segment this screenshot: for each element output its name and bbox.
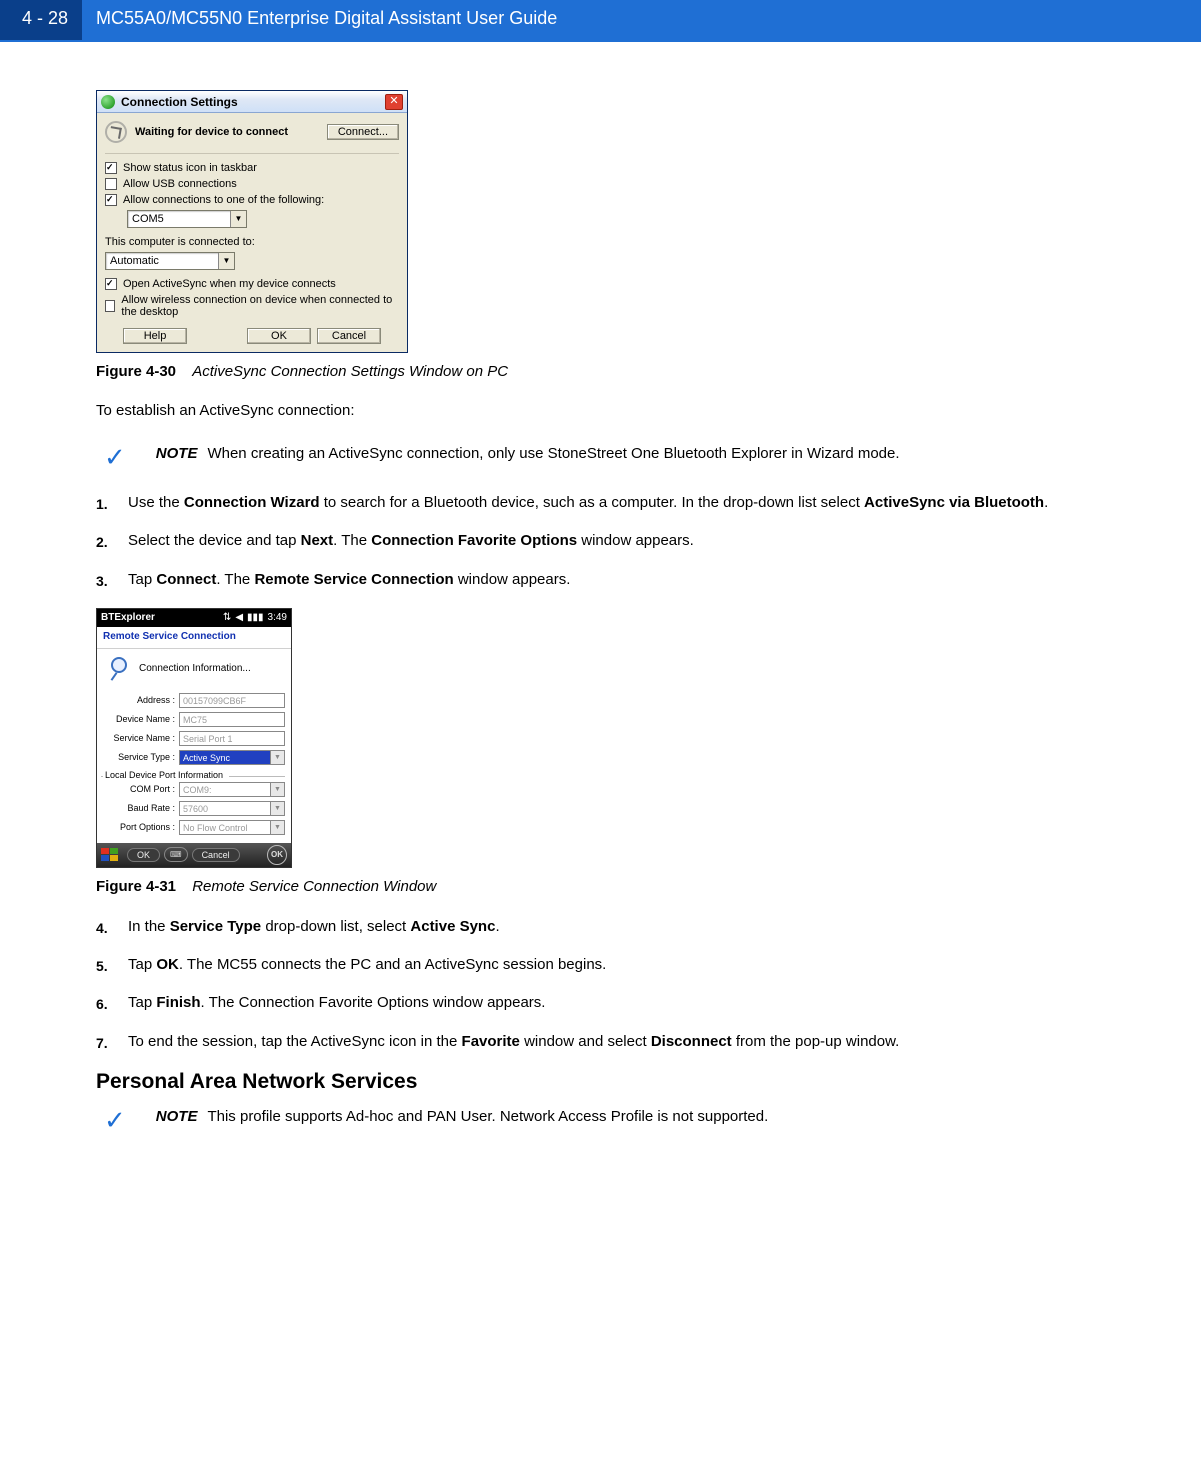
port-options-value: No Flow Control xyxy=(179,820,271,835)
waiting-message: Waiting for device to connect xyxy=(135,126,327,138)
figure-desc: ActiveSync Connection Settings Window on… xyxy=(192,363,508,380)
figure-remote-service-dialog: BTExplorer ⇅ ◀ ▮▮▮ 3:49 Remote Service C… xyxy=(96,608,292,868)
chevron-down-icon: ▼ xyxy=(271,801,285,816)
cancel-button[interactable]: Cancel xyxy=(317,328,381,344)
port-options-select[interactable]: No Flow Control ▼ xyxy=(179,820,285,835)
waiting-row: Waiting for device to connect Connect... xyxy=(105,119,399,154)
start-icon[interactable] xyxy=(101,846,123,864)
battery-icon: ▮▮▮ xyxy=(247,612,264,623)
chevron-down-icon: ▼ xyxy=(271,750,285,765)
step-6: 6. Tap Finish. The Connection Favorite O… xyxy=(96,993,1105,1013)
signal-icon: ⇅ xyxy=(223,612,231,623)
figure-431-caption: Figure 4-31 Remote Service Connection Wi… xyxy=(96,878,1105,895)
section-heading-pan: Personal Area Network Services xyxy=(96,1070,1105,1094)
step-4: 4. In the Service Type drop-down list, s… xyxy=(96,917,1105,937)
allow-usb-checkbox[interactable] xyxy=(105,178,117,190)
com-port-value: COM9: xyxy=(179,782,271,797)
connected-to-label: This computer is connected to: xyxy=(105,234,399,250)
port-options-label: Port Options : xyxy=(103,822,175,832)
page-number: 4 - 28 xyxy=(0,0,82,40)
baud-rate-value: 57600 xyxy=(179,801,271,816)
device-name-label: Device Name : xyxy=(103,714,175,724)
com-port-select[interactable]: COM9: ▼ xyxy=(179,782,285,797)
step-5: 5. Tap OK. The MC55 connects the PC and … xyxy=(96,955,1105,975)
step-1: 1. Use the Connection Wizard to search f… xyxy=(96,493,1105,513)
note-label: NOTE xyxy=(156,1108,198,1125)
service-type-value: Active Sync xyxy=(179,750,271,765)
address-label: Address : xyxy=(103,695,175,705)
step-3: 3. Tap Connect. The Remote Service Conne… xyxy=(96,570,1105,590)
chevron-down-icon: ▼ xyxy=(271,782,285,797)
mobile-titlebar: BTExplorer ⇅ ◀ ▮▮▮ 3:49 xyxy=(97,609,291,627)
check-icon: ✓ xyxy=(104,1110,126,1130)
mobile-taskbar: OK ⌨ Cancel OK xyxy=(97,843,291,867)
connected-to-select[interactable]: Automatic ▼ xyxy=(105,252,235,270)
help-button[interactable]: Help xyxy=(123,328,187,344)
taskbar-cancel-button[interactable]: Cancel xyxy=(192,848,240,862)
dialog-title: Connection Settings xyxy=(121,95,385,109)
open-activesync-label: Open ActiveSync when my device connects xyxy=(123,278,336,290)
clock-text: 3:49 xyxy=(268,612,287,623)
service-name-input[interactable]: Serial Port 1 xyxy=(179,731,285,746)
close-button[interactable]: ✕ xyxy=(385,94,403,110)
local-device-info-label: Local Device Port Information xyxy=(97,770,291,780)
mobile-status-icons: ⇅ ◀ ▮▮▮ 3:49 xyxy=(223,612,287,623)
allow-usb-label: Allow USB connections xyxy=(123,178,237,190)
connected-to-value: Automatic xyxy=(106,255,218,267)
page-title: MC55A0/MC55N0 Enterprise Digital Assista… xyxy=(82,0,1201,40)
figure-430-caption: Figure 4-30 ActiveSync Connection Settin… xyxy=(96,363,1105,380)
step-2: 2. Select the device and tap Next. The C… xyxy=(96,531,1105,551)
connection-info-row: Connection Information... xyxy=(97,649,291,691)
allow-connections-checkbox[interactable] xyxy=(105,194,117,206)
taskbar-ok-button[interactable]: OK xyxy=(127,848,160,862)
chevron-down-icon: ▼ xyxy=(271,820,285,835)
service-name-label: Service Name : xyxy=(103,733,175,743)
chevron-down-icon: ▼ xyxy=(230,211,246,227)
step-7: 7. To end the session, tap the ActiveSyn… xyxy=(96,1032,1105,1052)
figure-label: Figure 4-30 xyxy=(96,363,176,380)
spinner-icon xyxy=(105,121,127,143)
ok-button[interactable]: OK xyxy=(247,328,311,344)
open-activesync-checkbox[interactable] xyxy=(105,278,117,290)
dialog-titlebar: Connection Settings ✕ xyxy=(97,91,407,113)
allow-wireless-checkbox[interactable] xyxy=(105,300,115,312)
com-port-value: COM5 xyxy=(128,213,230,225)
rsc-heading: Remote Service Connection xyxy=(97,627,291,649)
allow-wireless-label: Allow wireless connection on device when… xyxy=(121,294,399,318)
note-1: ✓ NOTE When creating an ActiveSync connec… xyxy=(104,445,1105,465)
figure-desc: Remote Service Connection Window xyxy=(192,878,436,895)
status-icon-checkbox[interactable] xyxy=(105,162,117,174)
ok-circle-button[interactable]: OK xyxy=(267,845,287,865)
mobile-title: BTExplorer xyxy=(101,612,223,623)
allow-connections-label: Allow connections to one of the followin… xyxy=(123,194,324,206)
figure-connection-settings-dialog: Connection Settings ✕ Waiting for device… xyxy=(96,90,408,353)
page-header: 4 - 28 MC55A0/MC55N0 Enterprise Digital … xyxy=(0,0,1201,40)
intro-text: To establish an ActiveSync connection: xyxy=(96,402,1105,419)
address-input[interactable]: 00157099CB6F xyxy=(179,693,285,708)
baud-rate-label: Baud Rate : xyxy=(103,803,175,813)
status-icon-label: Show status icon in taskbar xyxy=(123,162,257,174)
figure-label: Figure 4-31 xyxy=(96,878,176,895)
speaker-icon: ◀ xyxy=(235,612,243,623)
note-2: ✓ NOTE This profile supports Ad-hoc and P… xyxy=(104,1108,1105,1128)
keyboard-icon[interactable]: ⌨ xyxy=(164,847,188,862)
chevron-down-icon: ▼ xyxy=(218,253,234,269)
connect-button[interactable]: Connect... xyxy=(327,124,399,140)
globe-icon xyxy=(101,95,115,109)
baud-rate-select[interactable]: 57600 ▼ xyxy=(179,801,285,816)
note-label: NOTE xyxy=(156,445,198,462)
magnifier-icon xyxy=(107,657,131,681)
com-port-label: COM Port : xyxy=(103,784,175,794)
com-port-select[interactable]: COM5 ▼ xyxy=(127,210,247,228)
note-text: This profile supports Ad-hoc and PAN Use… xyxy=(207,1108,768,1125)
connection-info-text: Connection Information... xyxy=(139,663,251,674)
service-type-select[interactable]: Active Sync ▼ xyxy=(179,750,285,765)
note-text: When creating an ActiveSync connection, … xyxy=(207,445,899,462)
device-name-input[interactable]: MC75 xyxy=(179,712,285,727)
check-icon: ✓ xyxy=(104,447,126,467)
service-type-label: Service Type : xyxy=(103,752,175,762)
